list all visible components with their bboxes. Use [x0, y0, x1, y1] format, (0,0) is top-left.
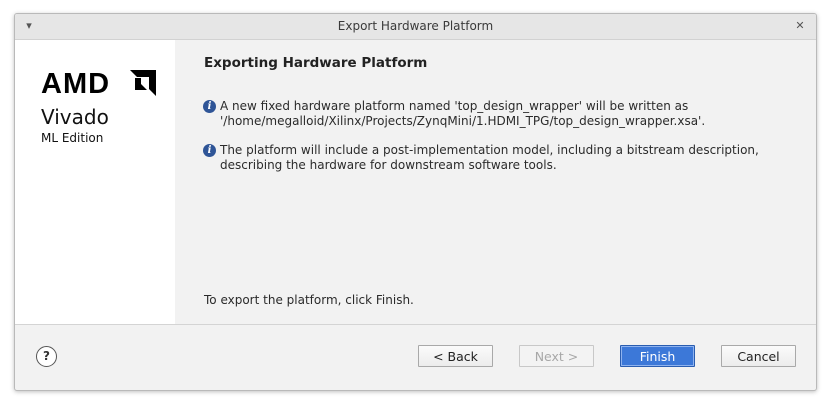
- info-icon: i: [203, 144, 216, 157]
- close-icon[interactable]: ✕: [792, 18, 808, 34]
- footer-divider: [15, 324, 816, 325]
- amd-logo-icon: [130, 70, 156, 96]
- branding-panel: AMD Vivado ML Edition: [15, 40, 175, 324]
- info-line: describing the hardware for downstream s…: [220, 158, 557, 172]
- info-line: The platform will include a post-impleme…: [220, 143, 759, 157]
- title-bar[interactable]: ▾ Export Hardware Platform ✕: [15, 14, 816, 40]
- info-message-platform-contents: i The platform will include a post-imple…: [203, 143, 803, 173]
- help-button[interactable]: ?: [36, 346, 57, 367]
- next-button[interactable]: Next >: [519, 345, 594, 367]
- finish-button[interactable]: Finish: [620, 345, 695, 367]
- cancel-button[interactable]: Cancel: [721, 345, 796, 367]
- info-line: '/home/megalloid/Xilinx/Projects/ZynqMin…: [220, 114, 706, 128]
- page-title: Exporting Hardware Platform: [204, 55, 428, 71]
- info-text: A new fixed hardware platform named 'top…: [220, 99, 803, 129]
- product-name: Vivado: [41, 105, 109, 129]
- export-hardware-platform-dialog: ▾ Export Hardware Platform ✕ AMD Vivado …: [14, 13, 817, 391]
- window-title: Export Hardware Platform: [337, 19, 494, 33]
- page-content: Exporting Hardware Platform i A new fixe…: [175, 40, 816, 324]
- instruction-text: To export the platform, click Finish.: [204, 293, 414, 307]
- back-button[interactable]: < Back: [418, 345, 493, 367]
- info-icon: i: [203, 100, 216, 113]
- amd-logo-text: AMD: [41, 68, 111, 100]
- info-text: The platform will include a post-impleme…: [220, 143, 803, 173]
- info-line: A new fixed hardware platform named 'top…: [220, 99, 689, 113]
- info-message-output-path: i A new fixed hardware platform named 't…: [203, 99, 803, 129]
- product-edition: ML Edition: [41, 131, 104, 145]
